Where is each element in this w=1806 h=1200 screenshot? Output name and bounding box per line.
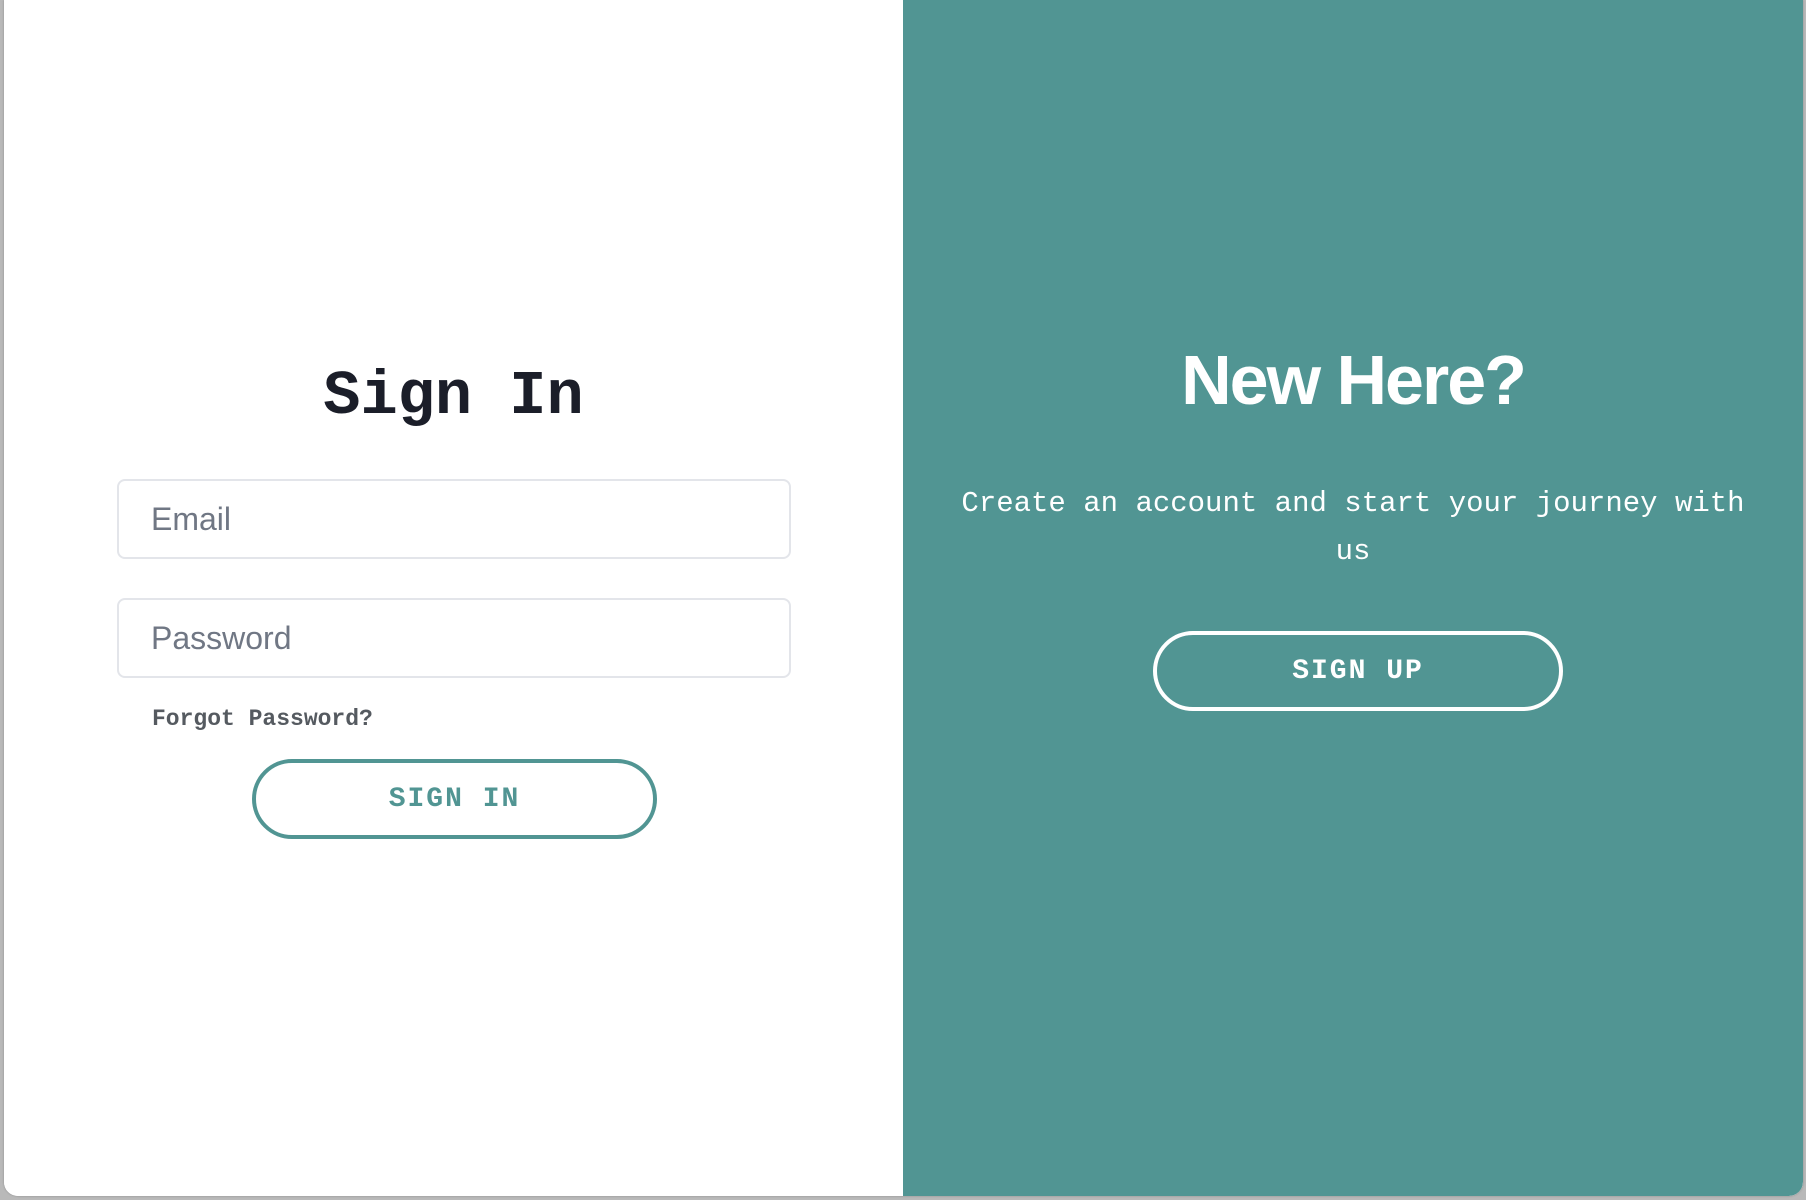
email-field[interactable]: [117, 479, 791, 559]
auth-window: Sign In Forgot Password? SIGN IN New Her…: [4, 0, 1803, 1196]
sign-in-button[interactable]: SIGN IN: [252, 759, 657, 839]
sign-up-subtitle: Create an account and start your journey…: [961, 487, 1745, 568]
sign-up-title: New Here?: [1181, 341, 1527, 419]
forgot-password-link[interactable]: Forgot Password?: [152, 702, 373, 736]
sign-in-panel: Sign In Forgot Password? SIGN IN: [4, 0, 903, 1196]
sign-in-title: Sign In: [323, 361, 584, 432]
password-field[interactable]: [117, 598, 791, 678]
sign-up-button[interactable]: SIGN UP: [1153, 631, 1563, 711]
sign-up-panel: New Here? Create an account and start yo…: [903, 0, 1803, 1196]
